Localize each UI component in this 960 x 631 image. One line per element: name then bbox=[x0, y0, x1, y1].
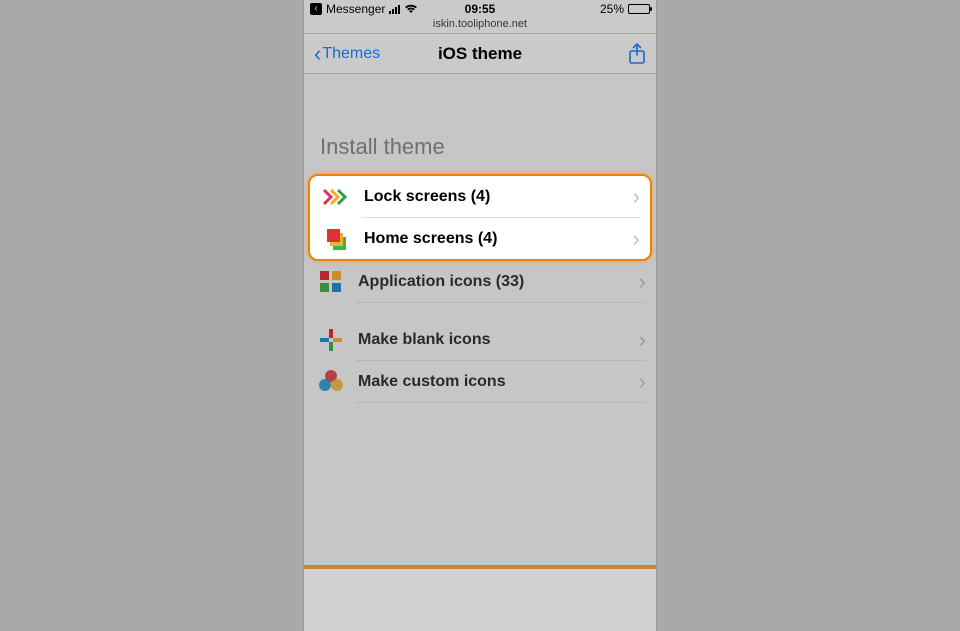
status-left: ‹ Messenger bbox=[310, 2, 418, 16]
row-divider bbox=[356, 402, 646, 403]
chevron-right-icon: › bbox=[639, 327, 646, 353]
chevrons-icon bbox=[322, 182, 352, 212]
row-label: Home screens (4) bbox=[364, 230, 633, 248]
status-time: 09:55 bbox=[465, 2, 496, 16]
row-application-icons[interactable]: Application icons (33) › bbox=[304, 261, 656, 302]
chevron-right-icon: › bbox=[633, 226, 640, 252]
bottom-area bbox=[304, 569, 656, 631]
group-gap bbox=[304, 303, 656, 319]
nav-bar: ‹ Themes iOS theme bbox=[304, 34, 656, 74]
stacked-squares-icon bbox=[322, 224, 352, 254]
battery-pct: 25% bbox=[600, 2, 624, 16]
row-lock-screens[interactable]: Lock screens (4) › bbox=[310, 176, 650, 217]
chevron-right-icon: › bbox=[639, 269, 646, 295]
status-bar: ‹ Messenger 09:55 25% bbox=[304, 0, 656, 18]
row-label: Make blank icons bbox=[358, 331, 639, 349]
row-make-custom-icons[interactable]: Make custom icons › bbox=[304, 361, 656, 402]
phone-frame: ‹ Messenger 09:55 25% iskin.tooliphone.n… bbox=[303, 0, 657, 631]
row-label: Application icons (33) bbox=[358, 273, 639, 291]
nav-back-label: Themes bbox=[322, 45, 380, 63]
battery-icon bbox=[628, 4, 650, 14]
row-label: Make custom icons bbox=[358, 373, 639, 391]
share-icon bbox=[628, 43, 646, 65]
chevron-right-icon: › bbox=[639, 369, 646, 395]
chevron-left-icon: ‹ bbox=[314, 41, 321, 67]
highlighted-rows: Lock screens (4) › Home screens (4) › bbox=[308, 174, 652, 261]
share-button[interactable] bbox=[628, 43, 646, 65]
circles-icon bbox=[316, 367, 346, 397]
content: Install theme Lock screens (4) › bbox=[304, 74, 656, 403]
status-right: 25% bbox=[600, 2, 650, 16]
row-make-blank-icons[interactable]: Make blank icons › bbox=[304, 319, 656, 360]
plus-icon bbox=[316, 325, 346, 355]
back-app-icon[interactable]: ‹ bbox=[310, 3, 322, 15]
grid-icon bbox=[316, 267, 346, 297]
nav-back-button[interactable]: ‹ Themes bbox=[314, 41, 380, 67]
page-title: iOS theme bbox=[438, 44, 522, 64]
back-app-label[interactable]: Messenger bbox=[326, 2, 385, 16]
wifi-icon bbox=[404, 4, 418, 14]
row-label: Lock screens (4) bbox=[364, 188, 633, 206]
signal-icon bbox=[389, 5, 400, 14]
row-home-screens[interactable]: Home screens (4) › bbox=[310, 218, 650, 259]
chevron-right-icon: › bbox=[633, 184, 640, 210]
url-bar[interactable]: iskin.tooliphone.net bbox=[304, 18, 656, 34]
section-header: Install theme bbox=[304, 134, 656, 174]
